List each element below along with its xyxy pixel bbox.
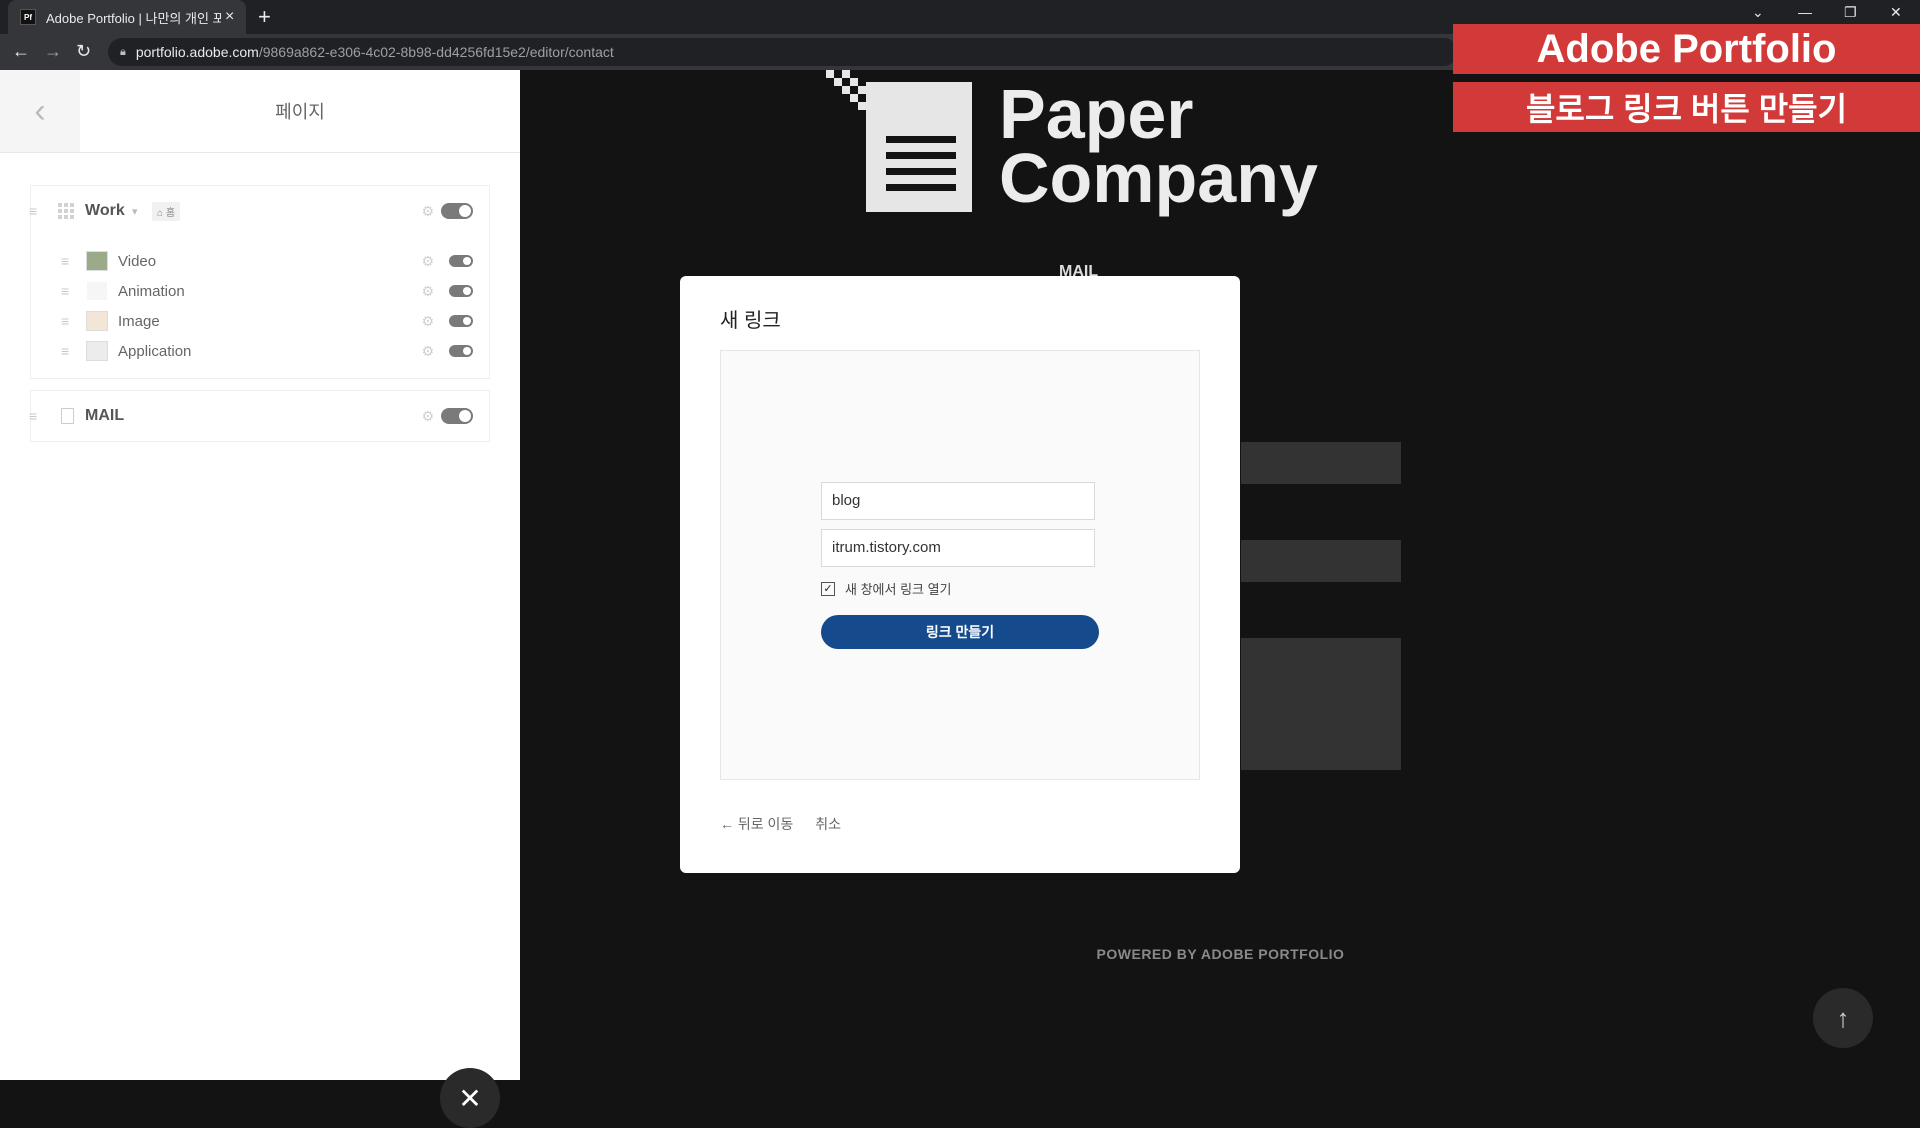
visibility-toggle[interactable] bbox=[449, 255, 473, 267]
dialog-body: blog itrum.tistory.com ✓ 새 창에서 링크 열기 링크 … bbox=[720, 350, 1200, 780]
drag-handle-icon[interactable]: ≡ bbox=[61, 313, 69, 329]
drag-handle-icon[interactable]: ≡ bbox=[61, 283, 69, 299]
url-path: /9869a862-e306-4c02-8b98-dd4256fd15e2/ed… bbox=[258, 44, 614, 60]
dialog-title: 새 링크 bbox=[720, 310, 781, 332]
back-button[interactable]: ← 뒤로 이동 bbox=[720, 816, 793, 832]
visibility-toggle[interactable] bbox=[449, 315, 473, 327]
pages-panel: ‹ 페이지 ≡ Work ▾ ⌂ 홈 ⚙ ≡ Video ⚙ ≡ Animati… bbox=[0, 70, 520, 1128]
visibility-toggle[interactable] bbox=[441, 203, 473, 219]
visibility-toggle[interactable] bbox=[449, 285, 473, 297]
contact-message-field[interactable] bbox=[1241, 638, 1401, 770]
gear-icon[interactable]: ⚙ bbox=[421, 313, 434, 330]
powered-by-text[interactable]: POWERED BY ADOBE PORTFOLIO bbox=[521, 946, 1920, 962]
thumbnail-image bbox=[86, 251, 108, 271]
close-button[interactable]: ✕ bbox=[440, 1068, 500, 1128]
logo-line1: Paper bbox=[999, 75, 1194, 153]
page-label: Animation bbox=[118, 282, 185, 300]
thumbnail-image bbox=[86, 281, 108, 301]
page-label: Video bbox=[118, 252, 157, 270]
arrow-up-icon[interactable]: ↑ bbox=[1813, 988, 1873, 1048]
dialog-footer: ← 뒤로 이동 취소 bbox=[720, 814, 859, 834]
contact-email-field[interactable] bbox=[1241, 540, 1401, 582]
page-row-application[interactable]: ≡ Application ⚙ bbox=[31, 336, 489, 366]
drag-handle-icon[interactable]: ≡ bbox=[29, 408, 37, 424]
visibility-toggle[interactable] bbox=[449, 345, 473, 357]
new-window-label: 새 창에서 링크 열기 bbox=[845, 582, 952, 597]
minimize-icon[interactable]: — bbox=[1798, 4, 1812, 20]
page-file-icon bbox=[61, 408, 74, 424]
home-badge: ⌂ 홈 bbox=[152, 201, 181, 221]
thumbnail-image bbox=[86, 311, 108, 331]
reload-icon[interactable]: ↻ bbox=[76, 41, 91, 62]
close-tab-icon[interactable]: × bbox=[225, 8, 234, 26]
new-window-option[interactable]: ✓ 새 창에서 링크 열기 bbox=[821, 579, 952, 598]
title-banner: Adobe Portfolio bbox=[1453, 24, 1920, 74]
mail-group: ≡ MAIL ⚙ bbox=[29, 390, 490, 442]
new-link-dialog: 새 링크 blog itrum.tistory.com ✓ 새 창에서 링크 열… bbox=[680, 276, 1240, 873]
drag-handle-icon[interactable]: ≡ bbox=[61, 253, 69, 269]
window-close-icon[interactable]: ✕ bbox=[1890, 4, 1902, 21]
page-label: Application bbox=[118, 342, 192, 360]
mail-label: MAIL bbox=[85, 407, 125, 424]
page-row-work[interactable]: ≡ Work ▾ ⌂ 홈 ⚙ bbox=[29, 196, 489, 226]
favicon-icon: Pf bbox=[20, 9, 36, 25]
page-row-mail[interactable]: ≡ MAIL ⚙ bbox=[29, 401, 489, 431]
back-arrow-icon[interactable]: ← bbox=[12, 41, 30, 62]
drag-handle-icon[interactable]: ≡ bbox=[61, 343, 69, 359]
address-bar[interactable]: 🔒︎ portfolio.adobe.com/9869a862-e306-4c0… bbox=[108, 38, 1458, 66]
lock-icon: 🔒︎ bbox=[120, 45, 126, 58]
page-row-video[interactable]: ≡ Video ⚙ bbox=[31, 246, 489, 276]
page-label: Image bbox=[118, 312, 160, 330]
gear-icon[interactable]: ⚙ bbox=[421, 253, 434, 270]
logo-text: Paper Company bbox=[999, 75, 1318, 217]
chevron-left-icon[interactable]: ‹ bbox=[0, 70, 80, 152]
forward-arrow-icon[interactable]: → bbox=[44, 41, 62, 62]
tab-title: Adobe Portfolio | 나만의 개인 포 bbox=[46, 10, 221, 26]
link-name-input[interactable]: blog bbox=[821, 482, 1095, 520]
drag-handle-icon[interactable]: ≡ bbox=[29, 203, 37, 219]
tab-search-icon[interactable]: ⌄ bbox=[1752, 4, 1764, 21]
paper-company-logo bbox=[826, 70, 972, 212]
new-window-checkbox[interactable]: ✓ bbox=[821, 581, 835, 596]
subtitle-banner: 블로그 링크 버튼 만들기 bbox=[1453, 82, 1920, 132]
url-text: portfolio.adobe.com/9869a862-e306-4c02-8… bbox=[136, 44, 614, 60]
page-row-animation[interactable]: ≡ Animation ⚙ bbox=[31, 276, 489, 306]
work-group: ≡ Work ▾ ⌂ 홈 ⚙ ≡ Video ⚙ ≡ Animation ⚙ ≡… bbox=[29, 185, 490, 379]
home-badge-label: 홈 bbox=[165, 207, 176, 219]
contact-name-field[interactable] bbox=[1241, 442, 1401, 484]
visibility-toggle[interactable] bbox=[441, 408, 473, 424]
restore-icon[interactable]: ❐ bbox=[1844, 4, 1857, 21]
page-row-image[interactable]: ≡ Image ⚙ bbox=[31, 306, 489, 336]
chevron-down-icon[interactable]: ▾ bbox=[132, 205, 138, 218]
gear-icon[interactable]: ⚙ bbox=[421, 343, 434, 360]
browser-tab[interactable]: Pf Adobe Portfolio | 나만의 개인 포 × bbox=[8, 0, 246, 34]
panel-title: 페이지 bbox=[275, 102, 325, 122]
create-link-button[interactable]: 링크 만들기 bbox=[821, 615, 1099, 649]
cancel-button[interactable]: 취소 bbox=[815, 816, 841, 832]
new-tab-icon[interactable]: + bbox=[258, 4, 271, 30]
logo-line2: Company bbox=[999, 139, 1318, 217]
panel-header: ‹ 페이지 bbox=[0, 70, 520, 153]
work-label: Work bbox=[85, 202, 125, 219]
grid-icon bbox=[58, 203, 74, 219]
thumbnail-image bbox=[86, 341, 108, 361]
gear-icon[interactable]: ⚙ bbox=[421, 203, 434, 220]
gear-icon[interactable]: ⚙ bbox=[421, 283, 434, 300]
gear-icon[interactable]: ⚙ bbox=[421, 408, 434, 425]
url-host: portfolio.adobe.com bbox=[135, 44, 259, 60]
link-url-input[interactable]: itrum.tistory.com bbox=[821, 529, 1095, 567]
